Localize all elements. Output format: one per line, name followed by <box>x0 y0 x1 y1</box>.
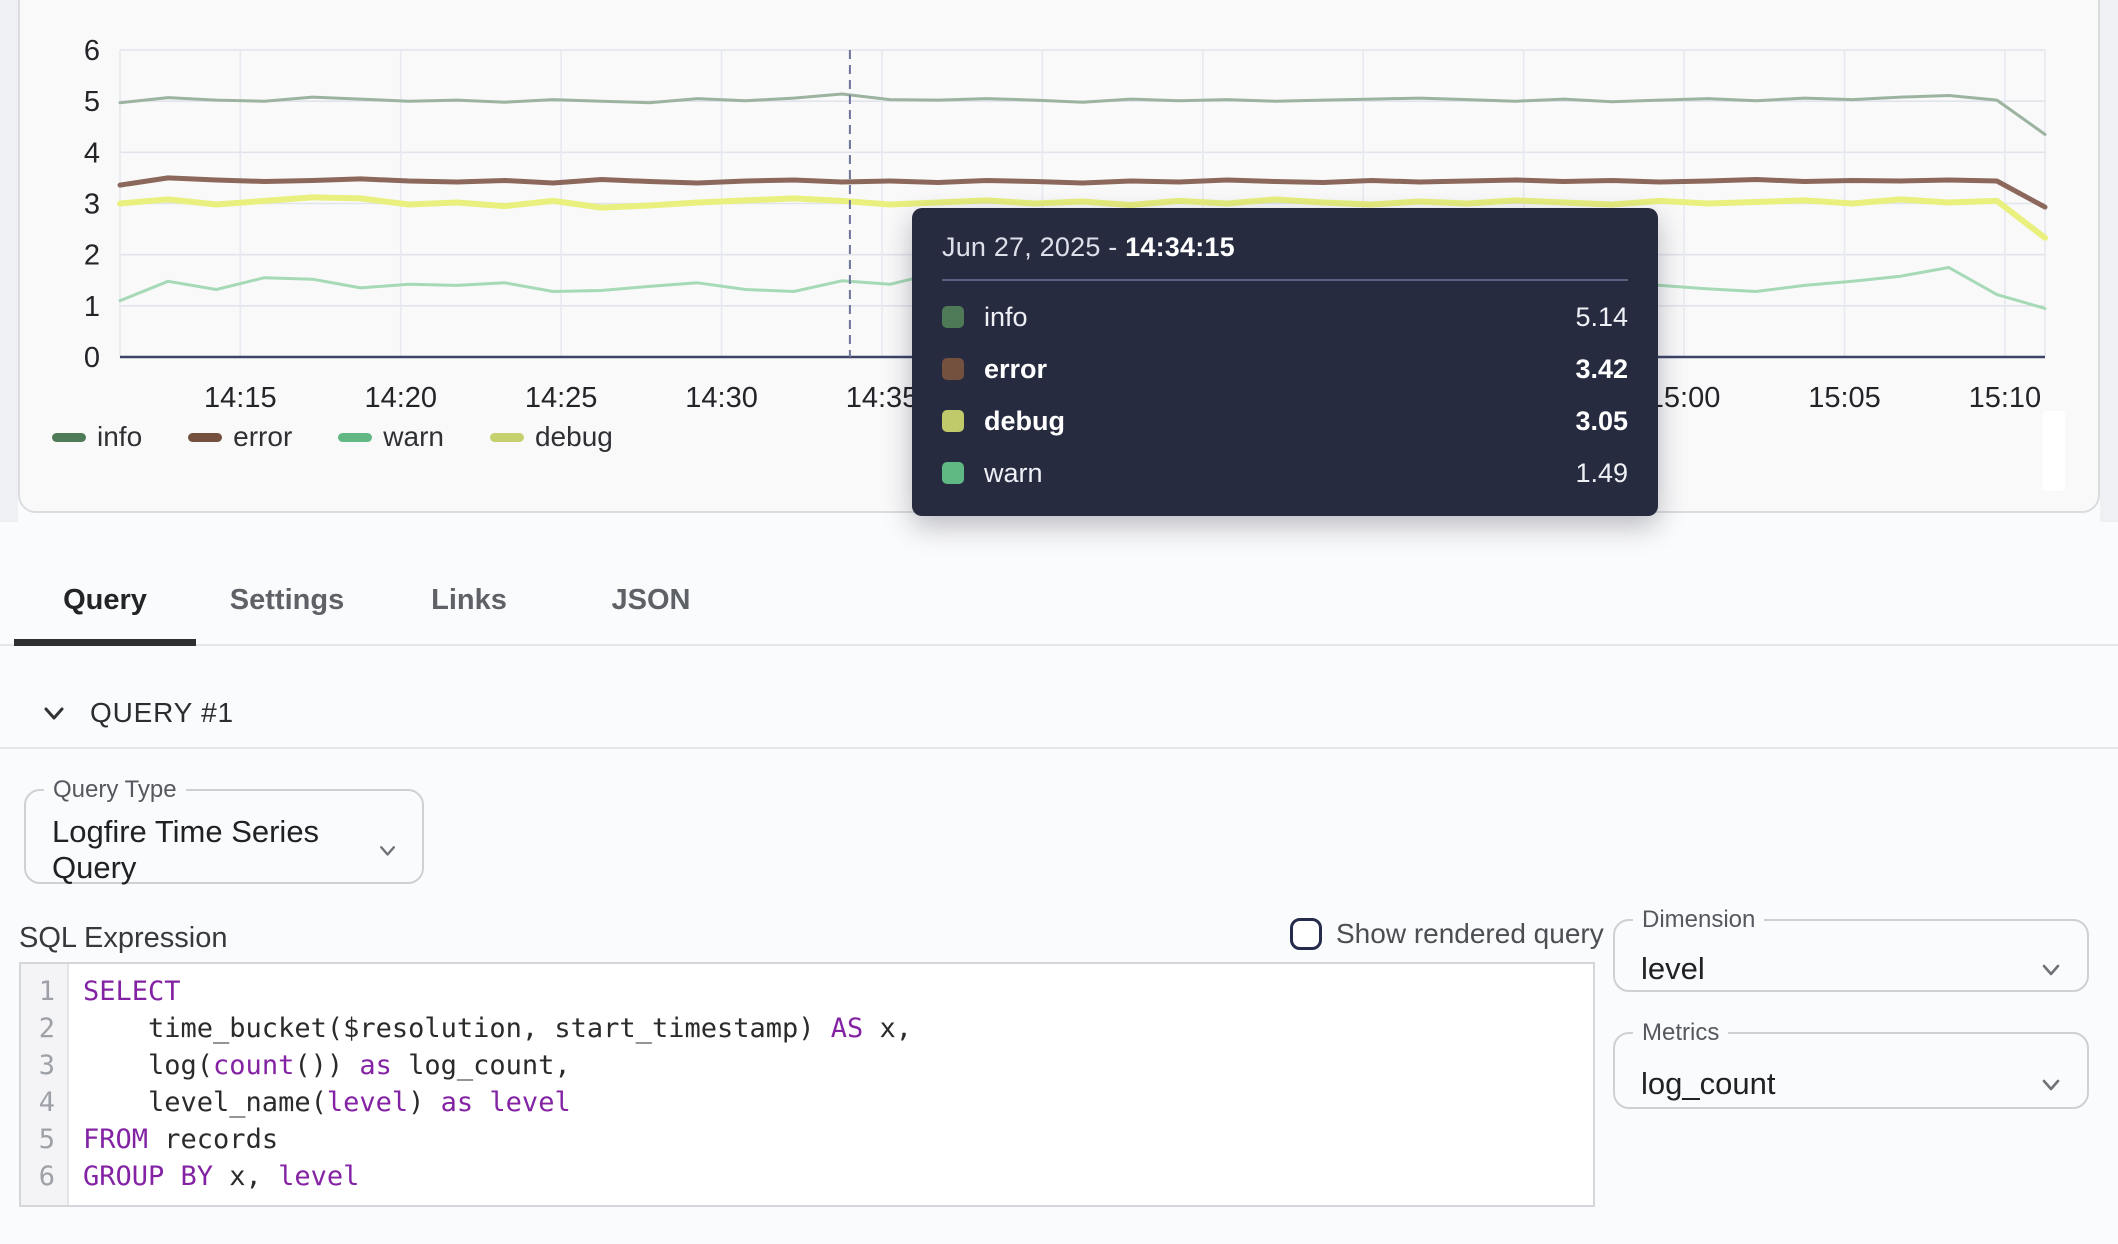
tooltip-series-value: 5.14 <box>1575 302 1628 333</box>
chart-tooltip: Jun 27, 2025 - 14:34:15 info 5.14 error 3.4… <box>912 208 1658 516</box>
query-section-title: QUERY #1 <box>90 697 234 729</box>
show-rendered-query-checkbox[interactable] <box>1290 918 1322 950</box>
scrollbar-thumb[interactable] <box>2043 411 2065 491</box>
sql-editor[interactable]: 1SELECT2 time_bucket($resolution, start_… <box>19 962 1595 1207</box>
x-axis-tick: 14:35 <box>846 382 919 414</box>
dimension-label: Dimension <box>1633 906 1764 934</box>
code-text: GROUP BY x, level <box>67 1161 359 1192</box>
tooltip-series-label: error <box>984 354 1047 385</box>
show-rendered-query-label: Show rendered query <box>1336 918 1604 950</box>
section-divider <box>0 747 2118 749</box>
code-line: 4 level_name(level) as level <box>21 1084 1593 1121</box>
legend-item-error[interactable]: error <box>188 421 292 453</box>
tooltip-divider <box>942 279 1628 281</box>
tooltip-series-label: info <box>984 302 1028 333</box>
metrics-value: log_count <box>1641 1066 1775 1102</box>
x-axis-tick: 14:15 <box>204 382 277 414</box>
y-axis-tick: 3 <box>84 189 100 221</box>
code-line: 2 time_bucket($resolution, start_timesta… <box>21 1010 1593 1047</box>
query-type-label: Query Type <box>44 776 186 804</box>
tab-links[interactable]: Links <box>378 556 560 644</box>
y-axis-tick: 2 <box>84 240 100 272</box>
code-text: level_name(level) as level <box>67 1087 571 1118</box>
dimension-select[interactable]: Dimension level <box>1613 906 2089 992</box>
legend-swatch-icon <box>490 433 524 442</box>
x-axis-tick: 15:00 <box>1648 382 1721 414</box>
legend-label: info <box>97 421 142 453</box>
code-line: 5FROM records <box>21 1121 1593 1158</box>
legend-label: warn <box>383 421 444 453</box>
legend-item-debug[interactable]: debug <box>490 421 613 453</box>
legend-label: debug <box>535 421 613 453</box>
line-number: 1 <box>21 976 67 1007</box>
tab-bar: Query Settings Links JSON <box>0 556 2118 646</box>
tab-settings[interactable]: Settings <box>196 556 378 644</box>
tooltip-series-label: warn <box>984 458 1043 489</box>
legend-label: error <box>233 421 292 453</box>
code-text: time_bucket($resolution, start_timestamp… <box>67 1013 912 1044</box>
metrics-select[interactable]: Metrics log_count <box>1613 1019 2089 1109</box>
line-number: 5 <box>21 1124 67 1155</box>
code-text: FROM records <box>67 1124 278 1155</box>
legend-swatch-icon <box>52 433 86 442</box>
tab-query[interactable]: Query <box>14 556 196 644</box>
dimension-value: level <box>1641 951 1705 987</box>
metrics-label: Metrics <box>1633 1019 1728 1047</box>
series-swatch-icon <box>942 462 964 484</box>
tooltip-series-label: debug <box>984 406 1065 437</box>
tooltip-series-value: 3.42 <box>1575 354 1628 385</box>
tooltip-timestamp: Jun 27, 2025 - 14:34:15 <box>942 232 1628 263</box>
line-number: 4 <box>21 1087 67 1118</box>
tooltip-row-error: error 3.42 <box>942 343 1628 395</box>
tab-json[interactable]: JSON <box>560 556 742 644</box>
chart-legend: info error warn debug <box>52 421 613 453</box>
tooltip-series-value: 1.49 <box>1575 458 1628 489</box>
series-swatch-icon <box>942 410 964 432</box>
x-axis-tick: 14:30 <box>685 382 758 414</box>
chevron-down-icon <box>375 836 400 864</box>
series-info <box>120 94 2045 134</box>
x-axis-tick: 15:05 <box>1808 382 1881 414</box>
code-text: SELECT <box>67 976 181 1007</box>
tooltip-row-info: info 5.14 <box>942 291 1628 343</box>
query-section-header[interactable]: QUERY #1 <box>40 690 234 736</box>
y-axis-tick: 4 <box>84 137 100 169</box>
y-axis-tick: 1 <box>84 291 100 323</box>
query-type-value: Logfire Time Series Query <box>52 814 375 886</box>
series-swatch-icon <box>942 306 964 328</box>
chevron-down-icon[interactable] <box>40 699 68 727</box>
x-axis-tick: 14:20 <box>364 382 437 414</box>
code-line: 6GROUP BY x, level <box>21 1158 1593 1195</box>
legend-swatch-icon <box>188 433 222 442</box>
query-type-select[interactable]: Query Type Logfire Time Series Query <box>24 776 424 884</box>
code-line: 1SELECT <box>21 973 1593 1010</box>
sql-expression-label: SQL Expression <box>19 922 227 955</box>
code-text: log(count()) as log_count, <box>67 1050 571 1081</box>
code-line: 3 log(count()) as log_count, <box>21 1047 1593 1084</box>
x-axis-tick: 14:25 <box>525 382 598 414</box>
chevron-down-icon <box>2037 1070 2065 1098</box>
show-rendered-query-toggle[interactable]: Show rendered query <box>1290 918 1604 950</box>
tooltip-row-debug: debug 3.05 <box>942 395 1628 447</box>
legend-item-warn[interactable]: warn <box>338 421 444 453</box>
series-swatch-icon <box>942 358 964 380</box>
legend-swatch-icon <box>338 433 372 442</box>
y-axis-tick: 5 <box>84 86 100 118</box>
line-number: 6 <box>21 1161 67 1192</box>
line-number: 3 <box>21 1050 67 1081</box>
tooltip-series-value: 3.05 <box>1575 406 1628 437</box>
chevron-down-icon <box>2037 955 2065 983</box>
tooltip-row-warn: warn 1.49 <box>942 447 1628 499</box>
y-axis-tick: 6 <box>84 35 100 67</box>
y-axis-tick: 0 <box>84 342 100 374</box>
line-number: 2 <box>21 1013 67 1044</box>
x-axis-tick: 15:10 <box>1969 382 2042 414</box>
legend-item-info[interactable]: info <box>52 421 142 453</box>
